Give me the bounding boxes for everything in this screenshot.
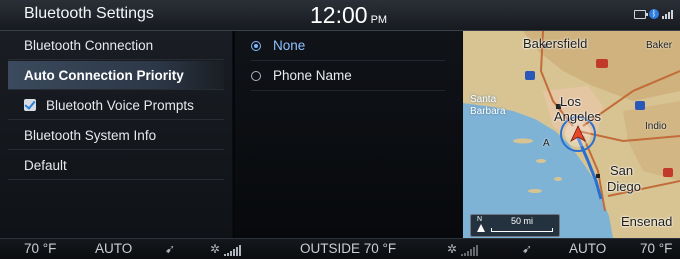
left-auto-mode[interactable]: AUTO [95,241,132,256]
battery-icon [634,9,648,19]
fan-icon-right[interactable]: ✲ [447,242,457,256]
map-label-los: Los [560,94,581,109]
fan-icon[interactable]: ✲ [210,242,220,256]
navigation-map[interactable]: Bakersfield Baker Santa Barbara Los Ange… [463,31,680,238]
right-auto-mode[interactable]: AUTO [569,241,606,256]
scale-ruler [491,228,553,232]
page-title: Bluetooth Settings [24,5,154,22]
map-label-a: A [543,138,550,149]
map-label-barbara: Barbara [470,106,506,117]
clock-ampm: PM [370,14,388,26]
radio-selected-icon [251,41,261,51]
option-label: None [273,38,306,53]
settings-menu: Bluetooth Connection Auto Connection Pri… [0,31,232,238]
clock-time: 12:00 [310,2,368,28]
radio-unselected-icon [251,71,261,81]
menu-item-label: Bluetooth Connection [24,38,154,53]
fan-speed-icon [224,244,241,256]
menu-item-default[interactable]: Default [8,151,224,180]
menu-item-bluetooth-connection[interactable]: Bluetooth Connection [8,31,224,60]
menu-item-label: Auto Connection Priority [24,68,184,83]
map-label-ensenada: Ensenad [621,214,673,229]
north-arrow-icon [477,224,485,232]
map-label-diego: Diego [607,179,641,194]
menu-item-auto-connection-priority[interactable]: Auto Connection Priority [8,61,224,90]
menu-item-label: Bluetooth Voice Prompts [46,98,194,113]
right-temperature[interactable]: 70 °F [640,241,672,256]
option-label: Phone Name [273,68,352,83]
map-label-angeles: Angeles [554,109,601,124]
menu-item-label: Bluetooth System Info [24,128,157,143]
airflow-icon-right[interactable]: ➹ [522,242,532,256]
north-label: N [477,216,483,223]
map-label-baker: Baker [646,40,673,51]
map-label-santa: Santa [470,94,497,105]
airflow-icon[interactable]: ➹ [165,242,175,256]
map-scale: N 50 mi [470,214,560,237]
map-terrain [463,31,680,238]
options-pane: None Phone Name [235,31,462,238]
option-none[interactable]: None [251,31,445,61]
status-bar: Bluetooth Settings 12:00 PM ᛒ [0,0,680,31]
signal-icon [662,9,674,19]
map-label-indio: Indio [645,121,667,132]
outside-temperature: OUTSIDE 70 °F [300,241,397,256]
map-label-san: San [610,163,634,178]
menu-item-bluetooth-voice-prompts[interactable]: Bluetooth Voice Prompts [8,91,224,120]
left-temperature[interactable]: 70 °F [24,241,56,256]
climate-bar: 70 °F AUTO ➹ ✲ OUTSIDE 70 °F ✲ ➹ AUTO 70… [0,238,680,259]
clock: 12:00 PM [310,2,387,29]
menu-item-bluetooth-system-info[interactable]: Bluetooth System Info [8,121,224,150]
option-phone-name[interactable]: Phone Name [251,61,445,91]
map-label-bakersfield: Bakersfield [523,36,588,51]
status-icons: ᛒ [634,9,674,19]
menu-item-label: Default [24,158,67,173]
voice-prompts-checkbox[interactable] [24,99,36,111]
scale-distance: 50 mi [511,216,534,226]
fan-speed-icon-right [461,244,478,256]
bluetooth-icon: ᛒ [649,9,659,19]
